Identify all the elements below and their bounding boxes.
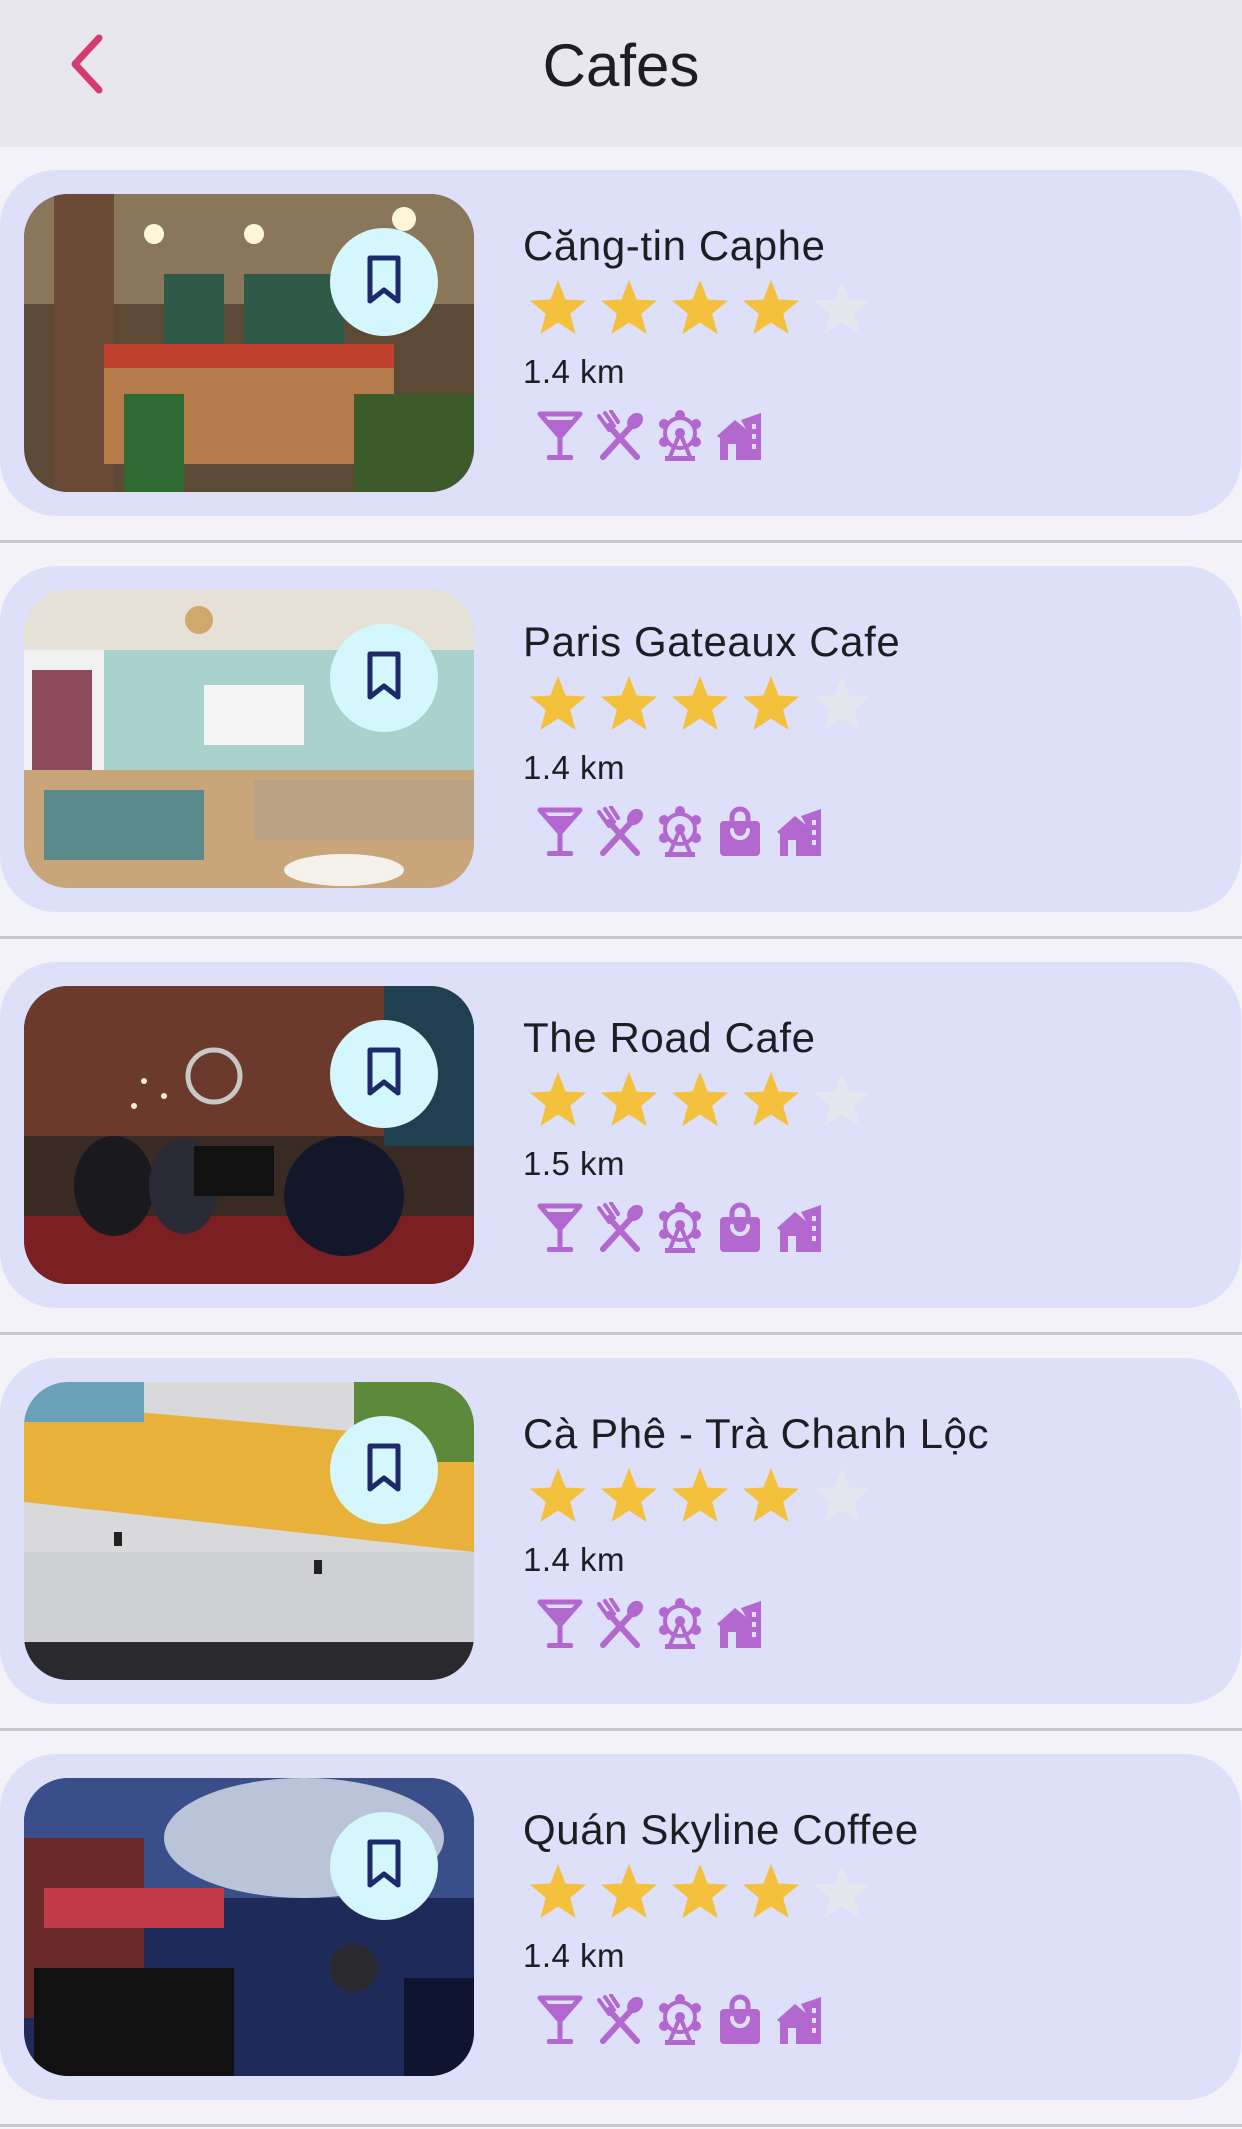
cocktail-icon	[530, 1198, 590, 1258]
list-item[interactable]: Căng-tin Caphe 1.4 km	[0, 147, 1242, 543]
cafe-card[interactable]: Cà Phê - Trà Chanh Lộc 1.4 km	[0, 1358, 1241, 1704]
rating-stars	[522, 668, 877, 738]
amenity-icons	[530, 406, 770, 466]
house-icon	[770, 1990, 830, 2050]
star-empty-icon	[806, 1856, 877, 1926]
cafe-card[interactable]: Căng-tin Caphe 1.4 km	[0, 170, 1241, 516]
bookmark-icon	[364, 1838, 404, 1895]
distance-label: 1.4 km	[523, 1937, 626, 1974]
cafe-name: Quán Skyline Coffee	[523, 1806, 919, 1853]
bookmark-button[interactable]	[330, 1020, 438, 1128]
utensils-icon	[590, 406, 650, 466]
amenity-icons	[530, 802, 830, 862]
star-filled-icon	[593, 668, 664, 738]
bookmark-button[interactable]	[330, 1416, 438, 1524]
rating-stars	[522, 1064, 877, 1134]
list-item[interactable]: Paris Gateaux Cafe 1.4 km	[0, 543, 1242, 939]
house-icon	[770, 1198, 830, 1258]
utensils-icon	[590, 1990, 650, 2050]
list-item[interactable]: Quán Skyline Coffee 1.4 km	[0, 1731, 1242, 2127]
cafe-name: Cà Phê - Trà Chanh Lộc	[523, 1410, 990, 1457]
star-filled-icon	[664, 272, 735, 342]
utensils-icon	[590, 1198, 650, 1258]
star-filled-icon	[735, 1460, 806, 1530]
cafe-name: Căng-tin Caphe	[523, 222, 826, 269]
house-icon	[770, 802, 830, 862]
star-filled-icon	[664, 1460, 735, 1530]
star-empty-icon	[806, 1064, 877, 1134]
cocktail-icon	[530, 1594, 590, 1654]
distance-label: 1.4 km	[523, 1541, 626, 1578]
shopping-bag-icon	[710, 1198, 770, 1258]
cafe-card[interactable]: Paris Gateaux Cafe 1.4 km	[0, 566, 1241, 912]
list-item[interactable]: Cà Phê - Trà Chanh Lộc 1.4 km	[0, 1335, 1242, 1731]
star-filled-icon	[522, 668, 593, 738]
page-title: Cafes	[542, 32, 700, 99]
list-item[interactable]: The Road Cafe 1.5 km	[0, 939, 1242, 1335]
bookmark-button[interactable]	[330, 228, 438, 336]
star-filled-icon	[522, 1856, 593, 1926]
cafe-card[interactable]: The Road Cafe 1.5 km	[0, 962, 1241, 1308]
ferris-wheel-icon	[650, 802, 710, 862]
star-empty-icon	[806, 1460, 877, 1530]
star-empty-icon	[806, 668, 877, 738]
amenity-icons	[530, 1198, 830, 1258]
utensils-icon	[590, 1594, 650, 1654]
ferris-wheel-icon	[650, 406, 710, 466]
star-filled-icon	[664, 1856, 735, 1926]
star-filled-icon	[593, 1460, 664, 1530]
distance-label: 1.4 km	[523, 353, 626, 390]
utensils-icon	[590, 802, 650, 862]
star-filled-icon	[593, 1064, 664, 1134]
cafe-card[interactable]: Quán Skyline Coffee 1.4 km	[0, 1754, 1241, 2100]
star-filled-icon	[593, 272, 664, 342]
distance-label: 1.5 km	[523, 1145, 626, 1182]
distance-label: 1.4 km	[523, 749, 626, 786]
house-icon	[710, 406, 770, 466]
rating-stars	[522, 1856, 877, 1926]
navigation-bar: Cafes	[0, 0, 1242, 147]
star-filled-icon	[664, 668, 735, 738]
amenity-icons	[530, 1990, 830, 2050]
amenity-icons	[530, 1594, 770, 1654]
bookmark-button[interactable]	[330, 1812, 438, 1920]
cocktail-icon	[530, 1990, 590, 2050]
star-filled-icon	[735, 1064, 806, 1134]
star-filled-icon	[735, 1856, 806, 1926]
house-icon	[710, 1594, 770, 1654]
star-empty-icon	[806, 272, 877, 342]
cocktail-icon	[530, 802, 590, 862]
star-filled-icon	[664, 1064, 735, 1134]
cafe-list: Căng-tin Caphe 1.4 km Paris Gateaux Cafe…	[0, 147, 1242, 2127]
shopping-bag-icon	[710, 802, 770, 862]
star-filled-icon	[593, 1856, 664, 1926]
rating-stars	[522, 272, 877, 342]
bookmark-icon	[364, 1046, 404, 1103]
star-filled-icon	[735, 272, 806, 342]
bookmark-button[interactable]	[330, 624, 438, 732]
bookmark-icon	[364, 650, 404, 707]
star-filled-icon	[522, 1460, 593, 1530]
ferris-wheel-icon	[650, 1198, 710, 1258]
star-filled-icon	[522, 1064, 593, 1134]
cafe-name: The Road Cafe	[523, 1014, 816, 1061]
cafe-name: Paris Gateaux Cafe	[523, 618, 901, 665]
star-filled-icon	[735, 668, 806, 738]
ferris-wheel-icon	[650, 1594, 710, 1654]
ferris-wheel-icon	[650, 1990, 710, 2050]
shopping-bag-icon	[710, 1990, 770, 2050]
cocktail-icon	[530, 406, 590, 466]
bookmark-icon	[364, 254, 404, 311]
rating-stars	[522, 1460, 877, 1530]
bookmark-icon	[364, 1442, 404, 1499]
star-filled-icon	[522, 272, 593, 342]
